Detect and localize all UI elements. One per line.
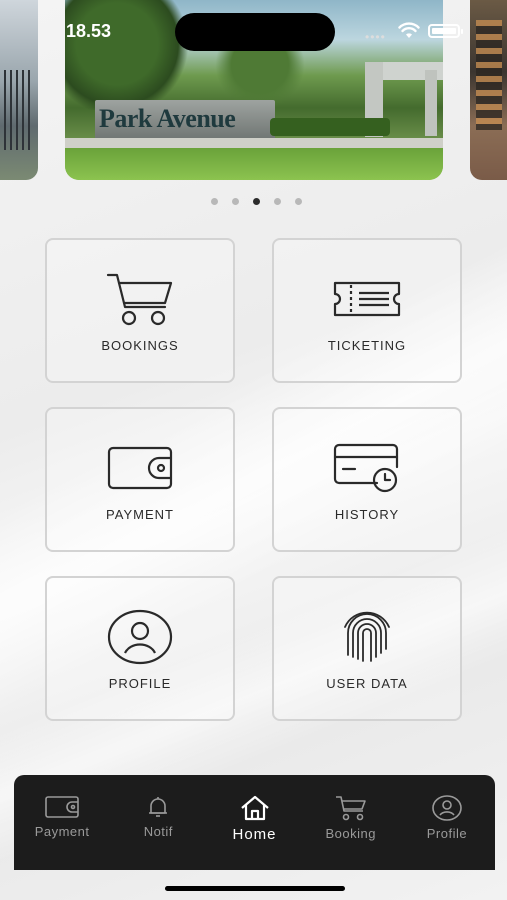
dynamic-island: [175, 13, 335, 51]
carousel-dot[interactable]: [295, 198, 302, 205]
history-label: HISTORY: [334, 507, 400, 522]
user-data-label: USER DATA: [326, 676, 408, 691]
fingerprint-icon: [344, 611, 390, 662]
card-history-icon: [333, 443, 399, 493]
user-data-card[interactable]: USER DATA: [272, 576, 462, 721]
carousel-pagination[interactable]: [0, 198, 507, 205]
nav-booking[interactable]: Booking: [303, 775, 399, 870]
cart-icon: [106, 273, 173, 326]
battery-icon: [428, 24, 463, 38]
carousel-dot[interactable]: [232, 198, 239, 205]
carousel-dot[interactable]: [274, 198, 281, 205]
nav-notif-label: Notif: [143, 824, 173, 839]
status-bar: 18.53 ••••: [0, 0, 507, 60]
carousel-dot-active[interactable]: [253, 198, 260, 205]
ticketing-label: TICKETING: [327, 338, 407, 353]
wifi-icon: [398, 22, 420, 38]
profile-label: PROFILE: [108, 676, 172, 691]
nav-home[interactable]: Home: [206, 775, 302, 870]
status-time: 18.53: [66, 21, 112, 41]
bell-icon: [149, 797, 168, 817]
profile-card[interactable]: PROFILE: [45, 576, 235, 721]
nav-home-label: Home: [232, 826, 277, 843]
bottom-nav: Payment Notif Home Booking Profile: [14, 775, 495, 870]
payment-label: PAYMENT: [106, 507, 174, 522]
nav-payment[interactable]: Payment: [14, 775, 110, 870]
nav-notif[interactable]: Notif: [110, 775, 206, 870]
history-card[interactable]: HISTORY: [272, 407, 462, 552]
nav-payment-label: Payment: [34, 824, 90, 839]
park-avenue-sign-text: Park Avenue: [99, 104, 236, 133]
user-circle-icon: [107, 609, 173, 665]
home-icon: [240, 795, 269, 821]
nav-profile[interactable]: Profile: [399, 775, 495, 870]
nav-profile-label: Profile: [426, 826, 468, 841]
payment-card[interactable]: PAYMENT: [45, 407, 235, 552]
cellular-signal-icon: ••••: [365, 30, 386, 44]
cart-icon: [335, 796, 366, 821]
bookings-label: BOOKINGS: [101, 338, 179, 353]
user-circle-icon: [432, 795, 462, 821]
ticket-icon: [333, 281, 401, 317]
wallet-icon: [107, 446, 173, 490]
carousel-dot[interactable]: [211, 198, 218, 205]
wallet-icon: [45, 796, 79, 818]
nav-booking-label: Booking: [325, 826, 376, 841]
home-indicator[interactable]: [165, 886, 345, 891]
bookings-card[interactable]: BOOKINGS: [45, 238, 235, 383]
ticketing-card[interactable]: TICKETING: [272, 238, 462, 383]
